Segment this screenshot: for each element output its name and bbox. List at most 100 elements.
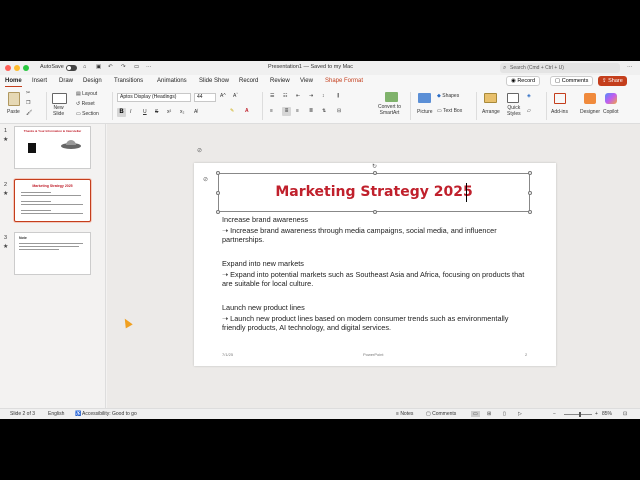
- slide-thumbnail-1[interactable]: Thanks & Your Information & Interstellar: [14, 126, 91, 169]
- resize-handle[interactable]: [216, 210, 220, 214]
- columns-icon[interactable]: ⫼: [337, 93, 339, 99]
- copy-icon[interactable]: ❐: [26, 100, 30, 106]
- more-options-icon[interactable]: ···: [627, 64, 633, 70]
- resize-handle[interactable]: [216, 171, 220, 175]
- copilot-icon[interactable]: [605, 93, 617, 104]
- copilot-label[interactable]: Copilot: [603, 109, 619, 115]
- comments-status-button[interactable]: ▢ Comments: [426, 411, 456, 417]
- slide-tool-icon[interactable]: ⊘: [197, 147, 202, 154]
- slide-title[interactable]: Marketing Strategy 2025: [219, 184, 529, 200]
- justify-icon[interactable]: ≣: [309, 108, 313, 114]
- list-item-heading[interactable]: Launch new product lines: [222, 303, 532, 313]
- tab-home[interactable]: Home: [5, 78, 22, 87]
- arrange-icon[interactable]: [484, 93, 497, 103]
- home-icon[interactable]: ⌂: [83, 64, 86, 70]
- resize-handle[interactable]: [373, 210, 377, 214]
- font-name-select[interactable]: Aptos Display (Headings): [117, 93, 191, 102]
- shape-outline-icon[interactable]: ▱: [527, 108, 531, 114]
- tab-transitions[interactable]: Transitions: [114, 78, 143, 84]
- text-box-button[interactable]: ▭ Text Box: [437, 108, 462, 114]
- shapes-button[interactable]: ◆ Shapes: [437, 93, 459, 99]
- convert-smartart-label[interactable]: Convert to SmartArt: [378, 104, 401, 116]
- slide-sorter-icon[interactable]: ⊞: [487, 411, 491, 417]
- align-text-icon[interactable]: ⊟: [337, 108, 341, 114]
- increase-indent-icon[interactable]: ⇥: [309, 93, 313, 99]
- grow-font-icon[interactable]: A^: [220, 93, 226, 99]
- superscript-button[interactable]: x²: [167, 109, 171, 115]
- reset-button[interactable]: ↺ Reset: [76, 101, 95, 107]
- list-item-heading[interactable]: Increase brand awareness: [222, 215, 532, 225]
- minimize-window-button[interactable]: [14, 65, 20, 71]
- tab-record[interactable]: Record: [239, 78, 258, 84]
- new-slide-label[interactable]: New Slide: [53, 105, 64, 117]
- rotate-handle-icon[interactable]: ↻: [372, 163, 377, 170]
- language-indicator[interactable]: English: [48, 411, 64, 417]
- reading-view-icon[interactable]: ▯: [503, 411, 506, 417]
- tab-review[interactable]: Review: [270, 78, 290, 84]
- clear-format-icon[interactable]: A̸: [194, 109, 197, 115]
- align-center-icon[interactable]: ≡: [282, 107, 291, 116]
- shape-fill-icon[interactable]: ◈: [527, 93, 531, 99]
- tab-view[interactable]: View: [300, 78, 313, 84]
- add-ins-label[interactable]: Add-ins: [551, 109, 568, 115]
- tab-draw[interactable]: Draw: [59, 78, 73, 84]
- paste-icon[interactable]: [8, 92, 20, 106]
- layout-button[interactable]: ▤ Layout: [76, 91, 97, 97]
- autosave-toggle[interactable]: [66, 65, 77, 71]
- text-direction-icon[interactable]: ⇅: [322, 108, 326, 114]
- resize-handle[interactable]: [528, 210, 532, 214]
- search-input[interactable]: ⌕ Search (Cmd + Ctrl + U): [500, 63, 620, 73]
- undo-icon[interactable]: ↶: [108, 64, 113, 70]
- start-presentation-icon[interactable]: ▭: [134, 64, 139, 70]
- picture-label[interactable]: Picture: [417, 109, 433, 115]
- font-size-select[interactable]: 44: [194, 93, 216, 102]
- current-slide[interactable]: ⊘ ↻ Marketing Strategy 2025 Increase bra…: [194, 163, 556, 366]
- zoom-slider[interactable]: [564, 414, 592, 415]
- slide-object-icon[interactable]: ⊘: [203, 176, 208, 183]
- resize-handle[interactable]: [528, 171, 532, 175]
- bold-button[interactable]: B: [117, 108, 126, 117]
- tab-shape-format[interactable]: Shape Format: [325, 78, 363, 84]
- close-window-button[interactable]: [5, 65, 11, 71]
- save-icon[interactable]: ▣: [96, 64, 101, 70]
- zoom-out-icon[interactable]: −: [553, 411, 556, 417]
- bullets-icon[interactable]: ☰: [270, 93, 274, 99]
- designer-label[interactable]: Designer: [580, 109, 600, 115]
- zoom-level[interactable]: 85%: [602, 411, 612, 417]
- new-slide-icon[interactable]: [52, 93, 67, 104]
- cut-icon[interactable]: ✂: [26, 90, 30, 96]
- more-icon[interactable]: ···: [146, 64, 152, 70]
- add-ins-icon[interactable]: [554, 93, 566, 104]
- comments-button[interactable]: ▢ Comments: [550, 76, 594, 86]
- resize-handle[interactable]: [373, 171, 377, 175]
- format-painter-icon[interactable]: 🖌: [26, 110, 32, 116]
- normal-view-icon[interactable]: ▭: [471, 411, 480, 417]
- arrange-label[interactable]: Arrange: [482, 109, 500, 115]
- subscript-button[interactable]: x₂: [180, 109, 184, 115]
- highlight-icon[interactable]: ✎: [230, 108, 234, 114]
- zoom-in-icon[interactable]: +: [595, 411, 598, 417]
- smartart-icon[interactable]: [385, 92, 398, 102]
- quick-styles-label[interactable]: Quick Styles: [507, 105, 521, 117]
- italic-button[interactable]: I: [130, 109, 131, 115]
- align-right-icon[interactable]: ≡: [296, 108, 299, 114]
- list-item-detail[interactable]: ➝ Increase brand awareness through media…: [222, 226, 532, 244]
- slide-thumbnail-2[interactable]: Marketing Strategy 2025: [14, 179, 91, 222]
- list-item-heading[interactable]: Expand into new markets: [222, 259, 532, 269]
- list-item-detail[interactable]: ➝ Launch new product lines based on mode…: [222, 314, 532, 332]
- strikethrough-button[interactable]: S: [155, 109, 158, 115]
- tab-animations[interactable]: Animations: [157, 78, 187, 84]
- fit-slide-icon[interactable]: ⊡: [623, 411, 627, 417]
- underline-button[interactable]: U: [143, 109, 147, 115]
- footer-center[interactable]: PowerPoint: [363, 352, 383, 357]
- align-left-icon[interactable]: ≡: [270, 108, 273, 114]
- zoom-slider-knob[interactable]: [579, 412, 581, 417]
- designer-icon[interactable]: [584, 93, 596, 104]
- maximize-window-button[interactable]: [23, 65, 29, 71]
- quick-styles-icon[interactable]: [507, 93, 519, 103]
- tab-slide-show[interactable]: Slide Show: [199, 78, 229, 84]
- slideshow-icon[interactable]: ▷: [518, 411, 522, 417]
- tab-design[interactable]: Design: [83, 78, 102, 84]
- decrease-indent-icon[interactable]: ⇤: [296, 93, 300, 99]
- line-spacing-icon[interactable]: ↕: [322, 93, 325, 99]
